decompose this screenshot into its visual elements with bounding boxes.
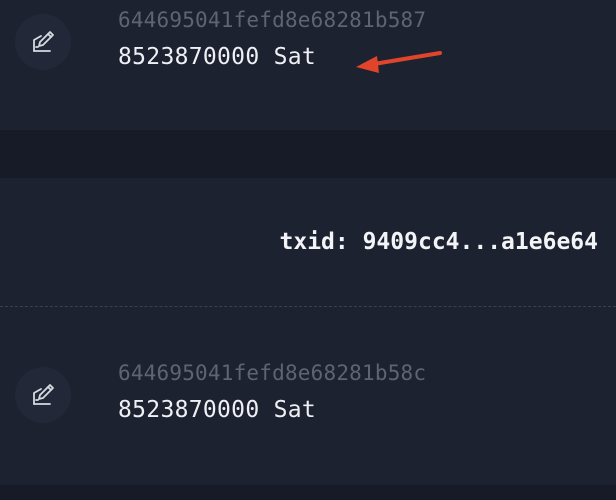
transaction-input-bottom[interactable]: 644695041fefd8e68281b58c 8523870000 Sat <box>0 307 616 485</box>
edit-document-icon <box>15 367 71 423</box>
output-amount: 8523870000 Sat <box>118 44 317 70</box>
output-hash: 644695041fefd8e68281b587 <box>118 8 427 32</box>
section-separator-bottom <box>0 485 616 500</box>
edit-document-icon <box>15 14 71 70</box>
txid-label[interactable]: txid: 9409cc4...a1e6e64 <box>280 229 599 255</box>
transaction-view: 644695041fefd8e68281b587 8523870000 Sat … <box>0 0 616 500</box>
input-amount: 8523870000 Sat <box>118 397 317 423</box>
annotation-arrow-icon <box>356 51 442 73</box>
transaction-output-top[interactable]: 644695041fefd8e68281b587 8523870000 Sat <box>0 0 616 130</box>
section-separator <box>0 130 616 178</box>
input-hash: 644695041fefd8e68281b58c <box>118 361 427 385</box>
